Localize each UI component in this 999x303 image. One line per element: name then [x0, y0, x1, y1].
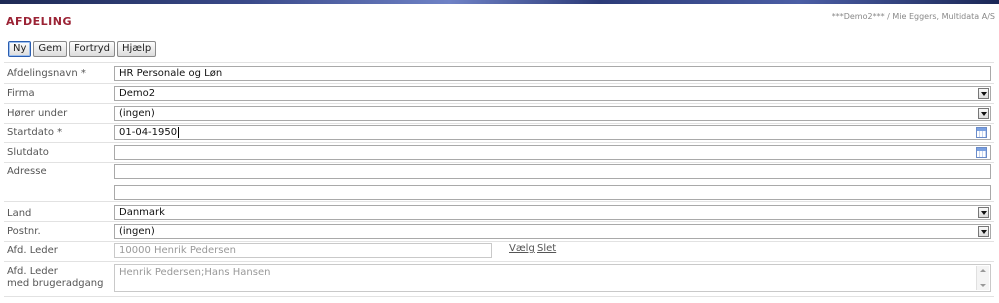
manager-access-list[interactable]: Henrik Pedersen;Hans Hansen — [114, 264, 991, 292]
company-label: Firma — [7, 88, 35, 99]
country-value: Danmark — [119, 207, 165, 218]
end-date-label: Slutdato — [7, 147, 49, 158]
belongs-to-select[interactable]: (ingen) — [114, 106, 991, 121]
end-date-input[interactable] — [114, 145, 991, 160]
postal-code-select[interactable]: (ingen) — [114, 224, 991, 239]
calendar-icon[interactable] — [976, 127, 987, 138]
manager-access-value: Henrik Pedersen;Hans Hansen — [119, 267, 271, 278]
divider — [4, 83, 994, 84]
header-bar — [0, 0, 999, 4]
cancel-button[interactable]: Fortryd — [69, 41, 115, 57]
country-label: Land — [7, 208, 32, 219]
company-select[interactable]: Demo2 — [114, 86, 991, 101]
divider — [4, 261, 994, 262]
choose-manager-link[interactable]: Vælg — [509, 243, 535, 254]
manager-access-label-line2: med brugeradgang — [7, 278, 104, 289]
divider — [4, 201, 994, 202]
start-date-value: 01-04-1950 — [119, 127, 178, 138]
toolbar: Ny Gem Fortryd Hjælp — [8, 41, 157, 57]
divider — [4, 62, 994, 63]
save-button[interactable]: Gem — [33, 41, 68, 57]
divider — [4, 142, 994, 143]
postal-code-value: (ingen) — [119, 226, 155, 237]
divider — [4, 241, 994, 242]
manager-input: 10000 Henrik Pedersen — [114, 243, 492, 258]
manager-label: Afd. Leder — [7, 245, 58, 256]
scroll-down-icon[interactable] — [980, 284, 986, 287]
divider — [4, 162, 994, 163]
address-line2-input[interactable] — [114, 185, 991, 200]
company-value: Demo2 — [119, 88, 156, 99]
user-info: ***Demo2*** / Mie Eggers, Multidata A/S — [831, 12, 995, 21]
scrollbar[interactable] — [976, 266, 989, 290]
delete-manager-link[interactable]: Slet — [537, 243, 556, 254]
chevron-down-icon[interactable] — [978, 88, 989, 99]
postal-code-label: Postnr. — [7, 226, 41, 237]
department-name-label: Afdelingsnavn * — [7, 68, 86, 79]
department-name-input[interactable]: HR Personale og Løn — [114, 66, 991, 81]
divider — [4, 103, 994, 104]
calendar-icon[interactable] — [976, 147, 987, 158]
belongs-to-label: Hører under — [7, 108, 68, 119]
new-button[interactable]: Ny — [8, 41, 32, 57]
country-select[interactable]: Danmark — [114, 205, 991, 220]
belongs-to-value: (ingen) — [119, 108, 155, 119]
manager-access-label-line1: Afd. Leder — [7, 266, 58, 277]
address-line1-input[interactable] — [114, 164, 991, 179]
divider — [4, 296, 994, 297]
page-title: AFDELING — [6, 15, 73, 28]
address-label: Adresse — [7, 166, 47, 177]
divider — [4, 221, 994, 222]
chevron-down-icon[interactable] — [978, 207, 989, 218]
start-date-label: Startdato * — [7, 127, 63, 138]
chevron-down-icon[interactable] — [978, 226, 989, 237]
scroll-up-icon[interactable] — [980, 269, 986, 272]
text-caret — [178, 126, 180, 138]
help-button[interactable]: Hjælp — [117, 41, 157, 57]
start-date-input[interactable]: 01-04-1950 — [114, 125, 991, 140]
divider — [4, 123, 994, 124]
chevron-down-icon[interactable] — [978, 108, 989, 119]
